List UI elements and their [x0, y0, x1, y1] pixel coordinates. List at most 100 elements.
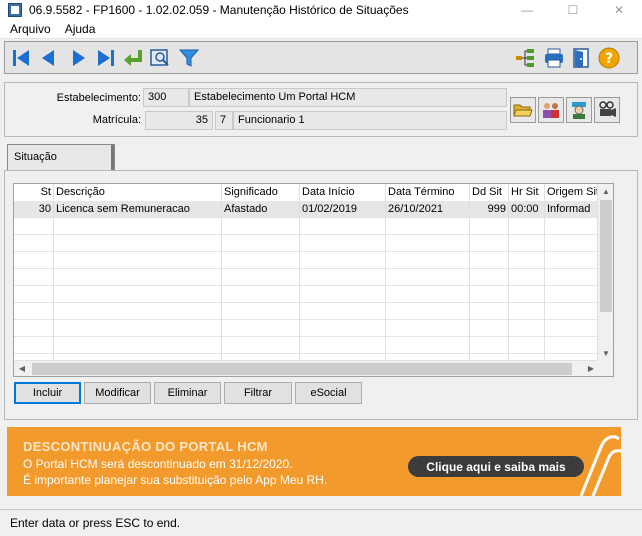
filter-icon — [178, 49, 200, 67]
empty-cell — [545, 218, 599, 235]
matricula-field[interactable]: 35 — [145, 111, 213, 130]
grid-viewport: St Descrição Significado Data Início Dat… — [14, 184, 599, 362]
table-row[interactable]: 30 Licenca sem Remuneracao Afastado 01/0… — [14, 201, 599, 218]
empty-table-row[interactable] — [14, 218, 599, 235]
learn-more-button[interactable]: Clique aqui e saiba mais — [408, 456, 584, 477]
filtrar-button[interactable]: Filtrar — [224, 382, 292, 404]
empty-cell — [222, 269, 300, 286]
column-header-descricao[interactable]: Descrição — [54, 184, 222, 201]
first-record-icon — [13, 50, 29, 66]
minimize-button[interactable]: — — [504, 0, 550, 19]
scroll-up-icon[interactable]: ▲ — [598, 184, 613, 200]
status-bar: Enter data or press ESC to end. — [0, 509, 642, 536]
first-record-button[interactable] — [9, 46, 33, 70]
esocial-button[interactable]: eSocial — [295, 382, 362, 404]
search-button[interactable] — [148, 46, 172, 70]
menu-ajuda[interactable]: Ajuda — [58, 22, 103, 36]
matricula-digit-field: 7 — [215, 111, 233, 130]
empty-cell — [54, 320, 222, 337]
tab-situacao[interactable]: Situação — [7, 144, 115, 171]
previous-record-button[interactable] — [36, 46, 60, 70]
video-button[interactable] — [594, 97, 620, 123]
menu-arquivo[interactable]: Arquivo — [0, 22, 58, 36]
filter-button[interactable] — [177, 46, 201, 70]
scroll-left-icon[interactable]: ◀ — [14, 361, 30, 376]
empty-cell — [386, 320, 470, 337]
empty-cell — [386, 286, 470, 303]
empty-table-row[interactable] — [14, 337, 599, 354]
column-header-hr-sit[interactable]: Hr Sit — [509, 184, 545, 201]
empty-cell — [470, 218, 509, 235]
empty-cell — [509, 320, 545, 337]
empty-table-row[interactable] — [14, 235, 599, 252]
horizontal-scrollbar[interactable]: ◀ ▶ — [14, 360, 599, 376]
empty-cell — [300, 218, 386, 235]
empty-table-row[interactable] — [14, 286, 599, 303]
empty-cell — [54, 337, 222, 354]
help-icon: ? — [598, 47, 620, 69]
projector-icon — [599, 101, 616, 117]
empty-cell — [545, 337, 599, 354]
modificar-button[interactable]: Modificar — [84, 382, 151, 404]
empty-cell — [386, 303, 470, 320]
empty-cell — [54, 286, 222, 303]
toolbar: ? — [4, 41, 638, 74]
column-header-significado[interactable]: Significado — [222, 184, 300, 201]
portal-discontinuation-banner[interactable]: DESCONTINUAÇÃO DO PORTAL HCM O Portal HC… — [7, 427, 621, 496]
eliminar-button[interactable]: Eliminar — [154, 382, 221, 404]
empty-table-row[interactable] — [14, 303, 599, 320]
next-record-button[interactable] — [67, 46, 91, 70]
last-record-button[interactable] — [94, 46, 118, 70]
people-button[interactable] — [538, 97, 564, 123]
estabelecimento-code-field[interactable]: 300 — [143, 88, 189, 107]
horizontal-scroll-thumb[interactable] — [32, 363, 572, 375]
empty-cell — [14, 218, 54, 235]
empty-cell — [222, 303, 300, 320]
incluir-button[interactable]: Incluir — [14, 382, 81, 404]
empty-cell — [386, 269, 470, 286]
employee-button[interactable] — [566, 97, 592, 123]
empty-cell — [470, 337, 509, 354]
column-header-data-inicio[interactable]: Data Início — [300, 184, 386, 201]
empty-cell — [545, 286, 599, 303]
structure-button[interactable] — [513, 46, 537, 70]
empty-cell — [14, 235, 54, 252]
maximize-button[interactable]: ☐ — [550, 0, 596, 19]
search-icon — [150, 49, 169, 66]
open-folder-button[interactable] — [510, 97, 536, 123]
app-icon — [8, 2, 22, 17]
empty-cell — [14, 337, 54, 354]
help-button[interactable]: ? — [597, 46, 621, 70]
empty-cell — [545, 252, 599, 269]
column-header-origem-situacao[interactable]: Origem Situ — [545, 184, 599, 201]
empty-table-row[interactable] — [14, 252, 599, 269]
svg-text:?: ? — [605, 51, 613, 67]
vertical-scrollbar[interactable]: ▲ ▼ — [597, 184, 613, 362]
empty-cell — [14, 252, 54, 269]
column-header-dd-sit[interactable]: Dd Sit — [470, 184, 509, 201]
column-header-st[interactable]: St — [14, 184, 54, 201]
printer-icon — [545, 48, 563, 68]
empty-cell — [470, 320, 509, 337]
empty-cell — [54, 235, 222, 252]
empty-cell — [386, 337, 470, 354]
situations-grid[interactable]: St Descrição Significado Data Início Dat… — [13, 183, 614, 377]
exit-button[interactable] — [569, 46, 593, 70]
last-record-icon — [98, 50, 114, 66]
go-to-button[interactable] — [121, 46, 145, 70]
empty-cell — [470, 269, 509, 286]
empty-cell — [14, 269, 54, 286]
cell-descricao: Licenca sem Remuneracao — [54, 201, 222, 218]
print-button[interactable] — [542, 46, 566, 70]
empty-cell — [300, 269, 386, 286]
window-title: 06.9.5582 - FP1600 - 1.02.02.059 - Manut… — [29, 2, 409, 17]
empty-cell — [222, 286, 300, 303]
cell-hr-sit: 00:00 — [509, 201, 545, 218]
empty-table-row[interactable] — [14, 269, 599, 286]
column-header-data-termino[interactable]: Data Término — [386, 184, 470, 201]
close-button[interactable]: ✕ — [596, 0, 642, 19]
title-bar: 06.9.5582 - FP1600 - 1.02.02.059 - Manut… — [0, 0, 642, 19]
header-form: Estabelecimento: 300 Estabelecimento Um … — [4, 82, 638, 137]
vertical-scroll-thumb[interactable] — [600, 200, 612, 312]
empty-table-row[interactable] — [14, 320, 599, 337]
